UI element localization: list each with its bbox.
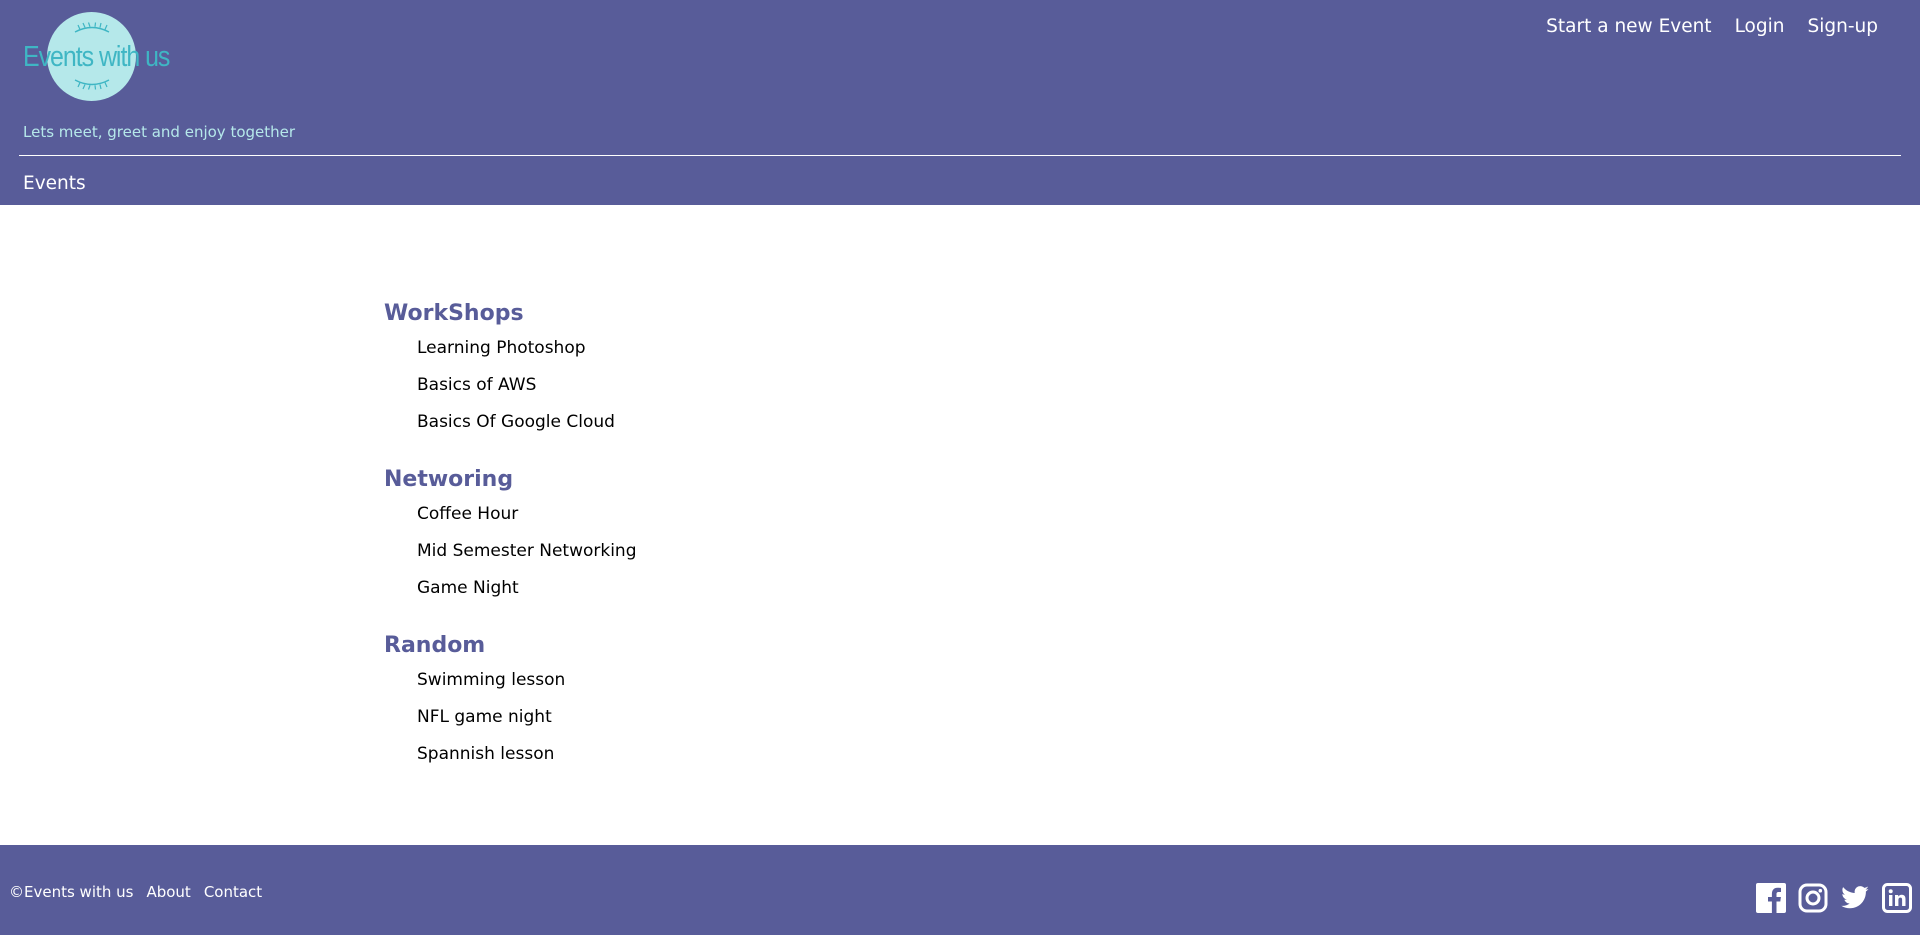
event-link[interactable]: Swimming lesson [417, 670, 565, 690]
event-list: Swimming lesson NFL game night Spannish … [384, 669, 637, 780]
events-nav-link[interactable]: Events [23, 173, 86, 194]
event-link[interactable]: Learning Photoshop [417, 338, 586, 358]
event-categories: WorkShops Learning Photoshop Basics of A… [384, 298, 637, 796]
site-footer: ©Events with us About Contact [0, 845, 1920, 935]
start-new-event-link[interactable]: Start a new Event [1546, 16, 1711, 37]
contact-link[interactable]: Contact [204, 883, 262, 901]
category-networking: Networing Coffee Hour Mid Semester Netwo… [384, 464, 637, 614]
login-link[interactable]: Login [1735, 16, 1785, 37]
list-item: Swimming lesson [417, 669, 637, 706]
list-item: NFL game night [417, 706, 637, 743]
site-tagline: Lets meet, greet and enjoy together [23, 123, 296, 141]
copyright-text: ©Events with us [9, 883, 134, 901]
laurel-bottom-icon [74, 79, 110, 90]
list-item: Learning Photoshop [417, 337, 637, 374]
instagram-icon[interactable] [1798, 883, 1828, 913]
list-item: Mid Semester Networking [417, 540, 637, 577]
facebook-icon[interactable] [1756, 883, 1786, 913]
event-link[interactable]: Mid Semester Networking [417, 541, 637, 561]
laurel-top-icon [74, 22, 110, 33]
top-navigation: Start a new Event Login Sign-up [1546, 16, 1878, 37]
list-item: Game Night [417, 577, 637, 614]
logo-text: Events with us [23, 41, 170, 73]
footer-links: ©Events with us About Contact [9, 883, 262, 901]
event-link[interactable]: Basics of AWS [417, 375, 536, 395]
list-item: Coffee Hour [417, 503, 637, 540]
event-link[interactable]: NFL game night [417, 707, 552, 727]
event-link[interactable]: Game Night [417, 578, 519, 598]
event-list: Coffee Hour Mid Semester Networking Game… [384, 503, 637, 614]
header-divider [19, 155, 1901, 156]
event-link[interactable]: Basics Of Google Cloud [417, 412, 615, 432]
about-link[interactable]: About [146, 883, 190, 901]
list-item: Spannish lesson [417, 743, 637, 780]
site-header: Events with us Lets meet, greet and enjo… [0, 0, 1920, 205]
event-link[interactable]: Spannish lesson [417, 744, 554, 764]
signup-link[interactable]: Sign-up [1808, 16, 1879, 37]
site-logo[interactable]: Events with us [23, 12, 173, 104]
twitter-icon[interactable] [1840, 883, 1870, 913]
list-item: Basics of AWS [417, 374, 637, 411]
category-random: Random Swimming lesson NFL game night Sp… [384, 630, 637, 780]
category-title: Networing [384, 467, 514, 492]
event-list: Learning Photoshop Basics of AWS Basics … [384, 337, 637, 448]
category-workshops: WorkShops Learning Photoshop Basics of A… [384, 298, 637, 448]
social-links [1756, 883, 1912, 913]
event-link[interactable]: Coffee Hour [417, 504, 518, 524]
category-title: Random [384, 633, 486, 658]
category-title: WorkShops [384, 301, 524, 326]
list-item: Basics Of Google Cloud [417, 411, 637, 448]
linkedin-icon[interactable] [1882, 883, 1912, 913]
